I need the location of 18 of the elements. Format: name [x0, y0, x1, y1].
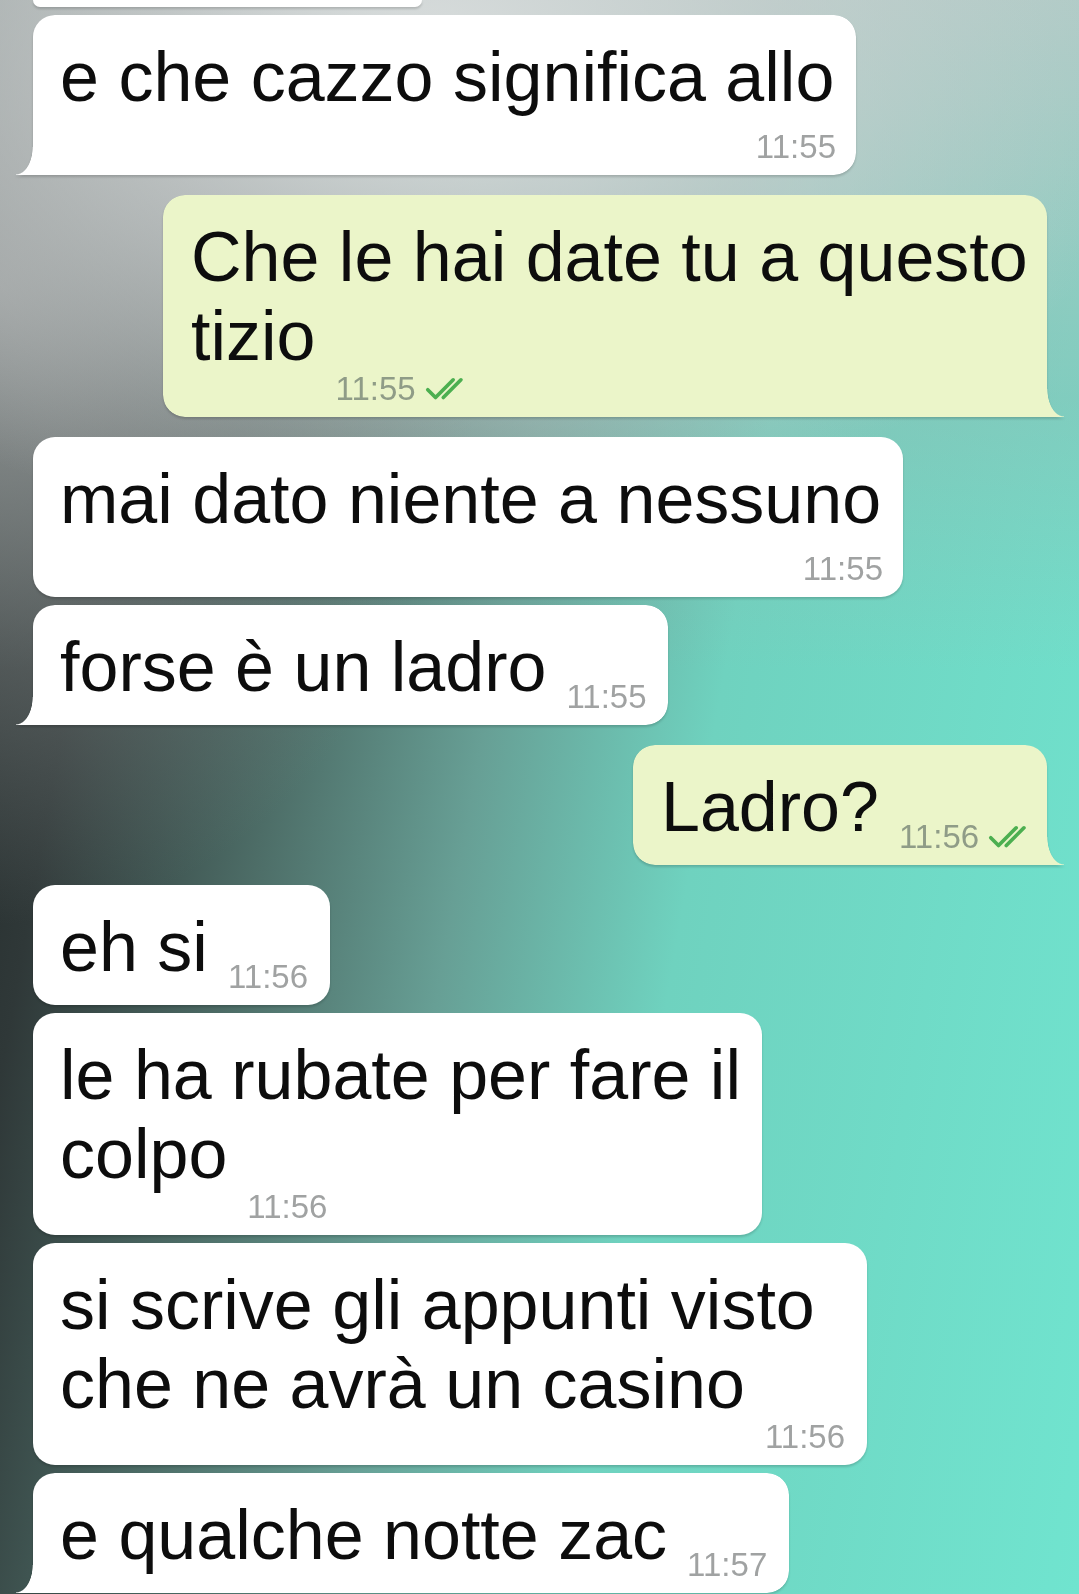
message-text: e qualche notte zac: [60, 1496, 668, 1574]
message-text: eh si: [60, 908, 208, 986]
message-text: mai dato niente a nessuno: [60, 460, 882, 538]
timestamp: 11:56: [764, 1425, 846, 1449]
message-text: forse è un ladro: [60, 628, 547, 706]
message-text: si scrive gli appunti visto che ne avrà un casino: [60, 1266, 815, 1423]
timestamp: 11:55: [335, 377, 416, 401]
message-text: e che cazzo significa allo: [60, 38, 835, 116]
timestamp: 11:56: [247, 1195, 328, 1219]
message-text: Ladro?: [661, 768, 879, 846]
timestamp: 11:57: [687, 1553, 768, 1577]
timestamp: 11:55: [802, 557, 883, 581]
message-text: Che le hai date tu a questo tizio: [191, 218, 1028, 375]
timestamp: 11:55: [755, 135, 836, 159]
timestamp: 11:56: [227, 965, 308, 989]
timestamp: 11:55: [566, 685, 647, 709]
timestamp: 11:56: [898, 825, 980, 849]
message-text: le ha rubate per fare il colpo: [60, 1036, 741, 1193]
